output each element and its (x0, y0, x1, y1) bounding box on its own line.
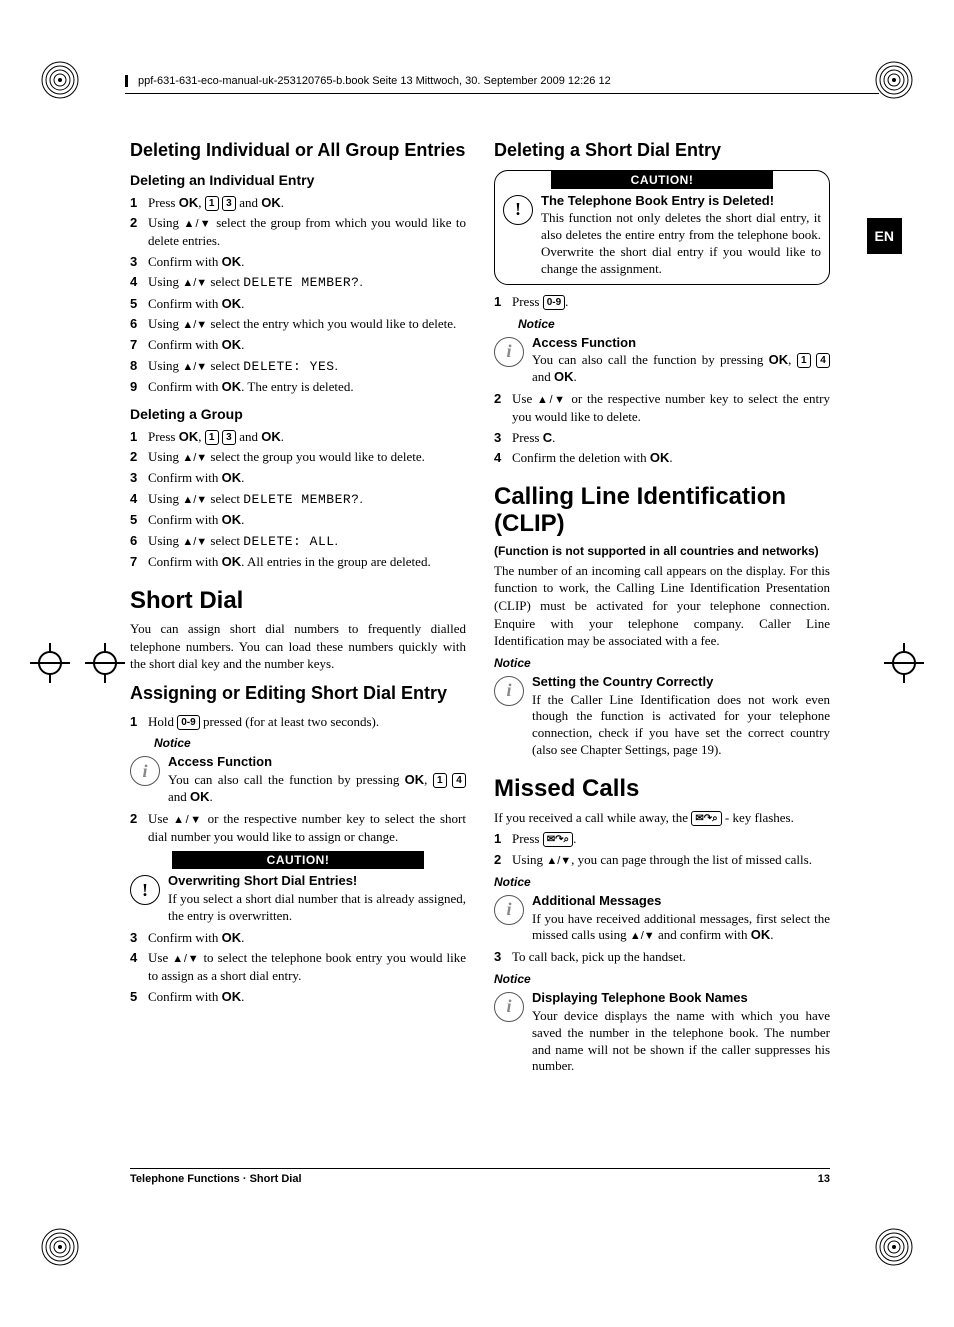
footer-left: Telephone Functions · Short Dial (130, 1173, 302, 1185)
steps-assign-a: Hold 0-9 pressed (for at least two secon… (130, 713, 466, 731)
step-item: Using ▲/▼ select DELETE: YES. (130, 357, 466, 376)
caution-bar-right: CAUTION! (551, 171, 774, 189)
warning-icon: ! (503, 195, 533, 225)
callout-title: Access Function (168, 754, 466, 771)
heading-delete-short-dial: Deleting a Short Dial Entry (494, 140, 830, 162)
language-tab: EN (867, 218, 902, 254)
callout-access-function-left: i Access Function You can also call the … (130, 754, 466, 806)
warning-box-telephone-deleted: CAUTION! ! The Telephone Book Entry is D… (494, 170, 830, 285)
crop-mark-left (90, 648, 120, 678)
reg-mark-br (874, 1227, 914, 1267)
step-item: Confirm with OK. (130, 469, 466, 487)
short-dial-intro: You can assign short dial numbers to fre… (130, 620, 466, 673)
steps-delete-short-a: Press 0-9. (494, 293, 830, 311)
callout-body: If you have received additional messages… (532, 911, 830, 943)
callout-body: Your device displays the name with which… (532, 1008, 830, 1074)
step-item: Using ▲/▼ select the entry which you wou… (130, 315, 466, 333)
steps-missed-b: To call back, pick up the handset. (494, 948, 830, 966)
callout-additional-messages: i Additional Messages If you have receiv… (494, 893, 830, 945)
heading-assign-short-dial: Assigning or Editing Short Dial Entry (130, 683, 466, 705)
notice-label: Notice (494, 972, 830, 986)
notice-label: Notice (518, 317, 830, 331)
steps-delete-individual: Press OK, 1 3 and OK. Using ▲/▼ select th… (130, 194, 466, 396)
notice-label: Notice (154, 736, 466, 750)
warning-icon: ! (130, 875, 160, 905)
missed-intro: If you received a call while away, the ✉… (494, 809, 830, 827)
callout-body: You can also call the function by pressi… (168, 772, 466, 804)
callout-body: If the Caller Line Identification does n… (532, 692, 830, 758)
steps-missed-a: Press ✉↷⌕. Using ▲/▼, you can page throug… (494, 830, 830, 868)
step-item: Confirm with OK. The entry is deleted. (130, 378, 466, 396)
step-item: Using ▲/▼ select DELETE MEMBER?. (130, 273, 466, 292)
heading-delete-group: Deleting a Group (130, 406, 466, 422)
notice-label: Notice (494, 656, 830, 670)
info-icon: i (130, 756, 160, 786)
step-item: Use ▲/▼ or the respective number key to … (130, 810, 466, 845)
callout-phonebook-names: i Displaying Telephone Book Names Your d… (494, 990, 830, 1075)
step-item: Using ▲/▼ select the group from which yo… (130, 214, 466, 249)
header-text: ppf-631-631-eco-manual-uk-253120765-b.bo… (138, 75, 611, 87)
notice-label: Notice (494, 875, 830, 889)
heading-delete-group-entries: Deleting Individual or All Group Entries (130, 140, 466, 162)
step-item: Press OK, 1 3 and OK. (130, 194, 466, 212)
left-column: Deleting Individual or All Group Entries… (130, 130, 466, 1079)
callout-title: The Telephone Book Entry is Deleted! (541, 193, 821, 210)
crop-mark-left2 (35, 648, 65, 678)
step-item: Confirm with OK. (130, 511, 466, 529)
callout-body: This function not only deletes the short… (541, 210, 821, 276)
info-icon: i (494, 895, 524, 925)
steps-assign-b: Use ▲/▼ or the respective number key to … (130, 810, 466, 845)
heading-delete-individual: Deleting an Individual Entry (130, 172, 466, 188)
info-icon: i (494, 337, 524, 367)
callout-overwrite: ! Overwriting Short Dial Entries! If you… (130, 873, 466, 925)
step-item: Using ▲/▼ select DELETE: ALL. (130, 532, 466, 551)
step-item: Confirm the deletion with OK. (494, 449, 830, 467)
step-item: Confirm with OK. (130, 929, 466, 947)
print-header: ppf-631-631-eco-manual-uk-253120765-b.bo… (125, 75, 879, 94)
steps-delete-group: Press OK, 1 3 and OK. Using ▲/▼ select th… (130, 428, 466, 571)
step-item: Using ▲/▼ select the group you would lik… (130, 448, 466, 466)
step-item: To call back, pick up the handset. (494, 948, 830, 966)
step-item: Press C. (494, 429, 830, 447)
callout-title: Access Function (532, 335, 830, 352)
callout-access-function-right: i Access Function You can also call the … (494, 335, 830, 387)
steps-assign-c: Confirm with OK. Use ▲/▼ to select the te… (130, 929, 466, 1005)
step-item: Press 0-9. (494, 293, 830, 311)
steps-delete-short-b: Use ▲/▼ or the respective number key to … (494, 390, 830, 466)
callout-body: You can also call the function by pressi… (532, 352, 830, 384)
step-item: Confirm with OK. All entries in the grou… (130, 553, 466, 571)
info-icon: i (494, 676, 524, 706)
clip-body: The number of an incoming call appears o… (494, 562, 830, 650)
step-item: Use ▲/▼ or the respective number key to … (494, 390, 830, 425)
callout-title: Displaying Telephone Book Names (532, 990, 830, 1007)
reg-mark-tl (40, 60, 80, 100)
page-footer: Telephone Functions · Short Dial 13 (130, 1168, 830, 1185)
step-item: Confirm with OK. (130, 253, 466, 271)
step-item: Confirm with OK. (130, 336, 466, 354)
clip-subtitle: (Function is not supported in all countr… (494, 544, 830, 558)
heading-short-dial: Short Dial (130, 587, 466, 615)
step-item: Using ▲/▼, you can page through the list… (494, 851, 830, 869)
reg-mark-bl (40, 1227, 80, 1267)
callout-title: Additional Messages (532, 893, 830, 910)
step-item: Press ✉↷⌕. (494, 830, 830, 848)
callout-title: Setting the Country Correctly (532, 674, 830, 691)
heading-clip: Calling Line Identification (CLIP) (494, 483, 830, 538)
heading-missed-calls: Missed Calls (494, 775, 830, 803)
right-column: Deleting a Short Dial Entry CAUTION! ! T… (494, 130, 830, 1079)
caution-bar-left: CAUTION! (172, 851, 424, 869)
callout-body: If you select a short dial number that i… (168, 891, 466, 923)
reg-mark-tr (874, 60, 914, 100)
crop-mark-right (889, 648, 919, 678)
step-item: Confirm with OK. (130, 295, 466, 313)
step-item: Press OK, 1 3 and OK. (130, 428, 466, 446)
step-item: Hold 0-9 pressed (for at least two secon… (130, 713, 466, 731)
callout-title: Overwriting Short Dial Entries! (168, 873, 466, 890)
step-item: Use ▲/▼ to select the telephone book ent… (130, 949, 466, 984)
footer-page-number: 13 (818, 1173, 830, 1185)
step-item: Using ▲/▼ select DELETE MEMBER?. (130, 490, 466, 509)
step-item: Confirm with OK. (130, 988, 466, 1006)
info-icon: i (494, 992, 524, 1022)
callout-country: i Setting the Country Correctly If the C… (494, 674, 830, 759)
